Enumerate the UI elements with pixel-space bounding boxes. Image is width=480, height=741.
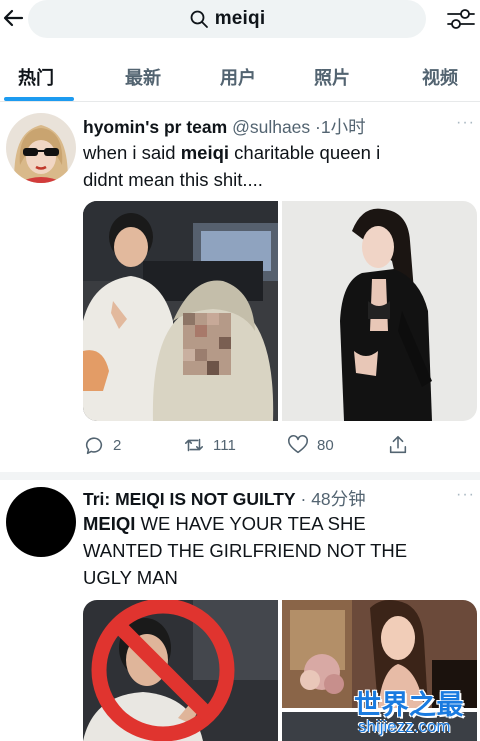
reply-icon	[85, 437, 103, 455]
author-name[interactable]: hyomin's pr team	[83, 117, 227, 137]
text-line: when i said meiqi charitable queen i	[83, 142, 381, 163]
text-line: UGLY MAN	[83, 567, 178, 588]
photo-selfie[interactable]	[83, 201, 278, 421]
back-arrow-icon[interactable]	[2, 6, 26, 30]
watermark-url: shijiezz.com	[358, 717, 451, 736]
post-time: 1小时	[320, 117, 366, 137]
active-tab-indicator	[4, 97, 74, 101]
search-tabs: 热门 最新 用户 照片 视频	[0, 56, 480, 102]
tab-latest[interactable]: 最新	[125, 64, 161, 90]
reply-button[interactable]: 2	[83, 434, 121, 456]
post-time: 48分钟	[311, 489, 366, 509]
author-handle[interactable]: @sulhaes	[232, 117, 310, 137]
tweet-divider	[0, 472, 480, 480]
like-button[interactable]: 80	[287, 434, 334, 456]
photo-crossed-out[interactable]	[83, 600, 278, 741]
search-query: meiqi	[214, 8, 266, 29]
avatar[interactable]	[6, 113, 76, 183]
photo-woman[interactable]	[282, 201, 477, 421]
retweet-button[interactable]: 111	[183, 434, 236, 456]
reply-count: 2	[113, 436, 122, 454]
tweet-media[interactable]	[83, 201, 477, 421]
text-line: didnt mean this shit....	[83, 169, 263, 190]
heart-icon	[288, 434, 308, 454]
tweet-header: Tri: MEIQI IS NOT GUILTY · 48分钟	[83, 486, 366, 511]
author-name[interactable]: Tri: MEIQI IS NOT GUILTY	[83, 489, 296, 509]
highlight-keyword: meiqi	[180, 142, 230, 163]
search-icon	[190, 10, 208, 28]
share-icon	[389, 435, 407, 454]
tweet-text: MEIQI WE HAVE YOUR TEA SHE WANTED THE GI…	[83, 510, 407, 591]
tweet-header: hyomin's pr team @sulhaes ·1小时	[83, 114, 366, 139]
tab-users[interactable]: 用户	[220, 64, 256, 90]
filter-settings-icon[interactable]	[446, 6, 476, 32]
highlight-keyword: MEIQI	[83, 513, 136, 534]
site-watermark: 世界之最 shijiezz.com	[350, 683, 480, 741]
avatar[interactable]	[6, 487, 76, 557]
tab-hot[interactable]: 热门	[18, 64, 54, 90]
tweet-text: when i said meiqi charitable queen i did…	[83, 139, 380, 193]
like-count: 80	[317, 436, 334, 454]
tab-photos[interactable]: 照片	[314, 64, 350, 90]
tweet-actions: 2 111 80	[83, 432, 413, 458]
more-options-icon[interactable]: ···	[456, 486, 475, 504]
top-bar: meiqi	[0, 0, 480, 40]
retweet-count: 111	[213, 436, 236, 454]
retweet-icon	[184, 438, 204, 452]
share-button[interactable]	[387, 434, 409, 456]
more-options-icon[interactable]: ···	[456, 114, 475, 132]
text-line: MEIQI WE HAVE YOUR TEA SHE	[83, 513, 366, 534]
text-line: WANTED THE GIRLFRIEND NOT THE	[83, 540, 408, 561]
search-input[interactable]: meiqi	[28, 0, 426, 38]
tab-videos[interactable]: 视频	[422, 64, 458, 90]
sep-dot: ·	[300, 489, 307, 509]
